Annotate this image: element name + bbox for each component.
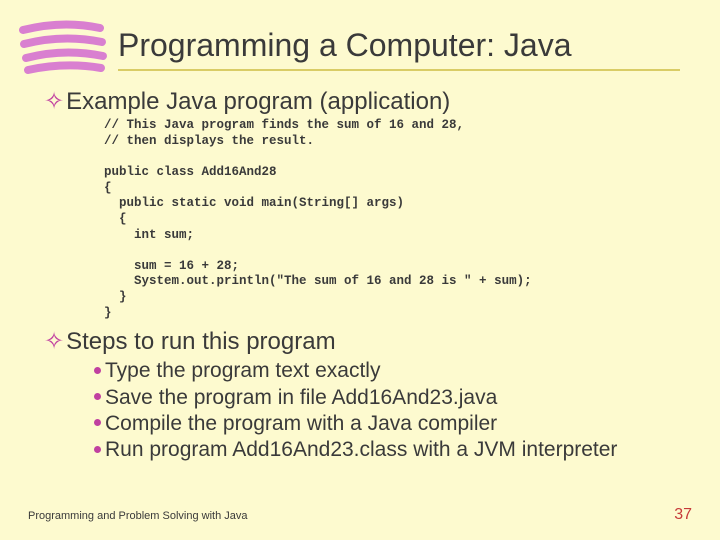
bullet-icon [94,367,101,374]
bullet-icon [94,393,101,400]
list-item: Run program Add16And23.class with a JVM … [94,437,680,463]
decorative-scribble [18,18,108,78]
diamond-icon: ✧ [44,88,64,115]
list-item: Compile the program with a Java compiler [94,411,680,437]
page-number: 37 [674,506,692,524]
slide-title: Programming a Computer: Java [118,28,680,71]
footer-text: Programming and Problem Solving with Jav… [28,510,248,522]
code-block: // This Java program finds the sum of 16… [104,118,680,321]
bullet-icon [94,446,101,453]
section-heading-steps: ✧Steps to run this program [44,327,680,356]
list-item: Save the program in file Add16And23.java [94,385,680,411]
section-heading-example: ✧Example Java program (application) [44,87,680,116]
bullet-icon [94,419,101,426]
list-item: Type the program text exactly [94,358,680,384]
steps-list: Type the program text exactly Save the p… [94,358,680,463]
diamond-icon: ✧ [44,328,64,355]
